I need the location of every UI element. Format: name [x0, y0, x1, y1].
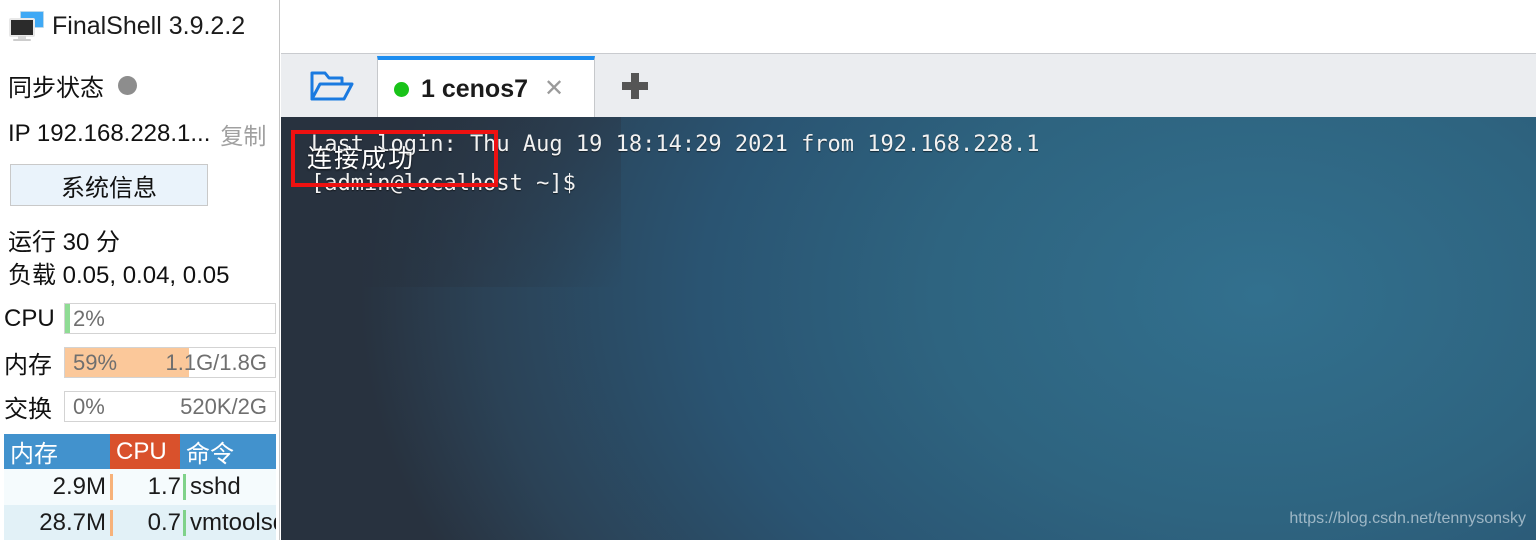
cell-cpu: 1.7	[147, 473, 181, 500]
watermark: https://blog.csdn.net/tennysonsky	[1289, 510, 1526, 527]
finalshell-window: FinalShell 3.9.2.2 同步状态 IP 192.168.228.1…	[0, 0, 1536, 540]
terminal-output[interactable]: Last login: Thu Aug 19 18:14:29 2021 fro…	[281, 117, 1536, 540]
system-info-button[interactable]: 系统信息	[10, 164, 208, 206]
table-row[interactable]: 2.9M 1.7 sshd	[4, 469, 276, 505]
metric-swap-label: 交换	[4, 396, 52, 423]
sidebar: FinalShell 3.9.2.2 同步状态 IP 192.168.228.1…	[0, 0, 280, 540]
metric-memory-percent: 59%	[73, 349, 118, 375]
metric-swap-text: 0% 520K/2G	[65, 392, 275, 421]
cell-command: vmtoolsd	[190, 509, 276, 536]
metric-swap: 交换 0% 520K/2G	[4, 391, 276, 423]
column-header-cpu[interactable]: CPU	[110, 434, 180, 469]
copy-ip-button[interactable]: 复制	[220, 117, 266, 151]
sidebar-divider	[279, 0, 280, 540]
metric-cpu-label: CPU	[4, 304, 55, 332]
cell-memory: 2.9M	[52, 473, 106, 500]
metric-swap-percent: 0%	[73, 393, 105, 419]
window-top-blank	[281, 0, 1536, 53]
ip-address-label: IP 192.168.228.1...	[8, 120, 211, 147]
open-folder-icon	[310, 71, 354, 101]
tab-label: 1 cenos7	[421, 74, 529, 103]
title-bar: FinalShell 3.9.2.2	[0, 0, 280, 52]
metric-memory-text: 59% 1.1G/1.8G	[65, 348, 275, 377]
metric-memory-bar: 59% 1.1G/1.8G	[64, 347, 276, 378]
monitors-icon	[6, 10, 46, 42]
table-row[interactable]: 28.7M 0.7 vmtoolsd	[4, 505, 276, 540]
main-pane: 1 cenos7 ✕ Last login: Thu Aug 19 18:14:…	[281, 0, 1536, 540]
sync-status-row: 同步状态	[8, 68, 137, 103]
status-dot-idle-icon	[118, 76, 137, 95]
load-average-label: 负载 0.05, 0.04, 0.05	[8, 262, 230, 289]
cell-memory: 28.7M	[39, 509, 106, 536]
metric-cpu-percent: 2%	[73, 305, 105, 331]
cell-command: sshd	[190, 473, 241, 500]
process-table-header: 内存 CPU 命令	[4, 434, 276, 469]
uptime-label: 运行 30 分	[8, 229, 121, 256]
open-folder-button[interactable]	[291, 58, 373, 114]
tab-bar: 1 cenos7 ✕	[281, 53, 1536, 118]
sync-status-label: 同步状态	[8, 75, 104, 102]
cell-cpu: 0.7	[147, 509, 181, 536]
connected-dot-icon	[394, 81, 409, 97]
metric-swap-bar: 0% 520K/2G	[64, 391, 276, 422]
app-title: FinalShell 3.9.2.2	[52, 11, 246, 40]
metric-memory-detail: 1.1G/1.8G	[165, 349, 267, 375]
annotation-label: 连接成功	[307, 145, 416, 173]
ip-row: IP 192.168.228.1... 复制	[8, 117, 266, 151]
metric-memory: 内存 59% 1.1G/1.8G	[4, 347, 276, 379]
close-icon[interactable]: ✕	[544, 77, 564, 101]
column-header-command[interactable]: 命令	[180, 434, 276, 469]
tab-cenos7[interactable]: 1 cenos7 ✕	[377, 56, 595, 118]
metric-cpu-bar: 2%	[64, 303, 276, 334]
metric-swap-detail: 520K/2G	[180, 393, 267, 419]
new-tab-button[interactable]	[605, 56, 665, 116]
column-header-memory[interactable]: 内存	[4, 434, 110, 469]
plus-icon	[622, 73, 648, 99]
metric-memory-label: 内存	[4, 352, 52, 379]
process-table: 内存 CPU 命令 2.9M 1.7 sshd 28.7M 0.7 vmtool…	[4, 434, 276, 540]
metric-cpu: CPU 2%	[4, 303, 276, 334]
metric-cpu-text: 2%	[65, 304, 275, 333]
